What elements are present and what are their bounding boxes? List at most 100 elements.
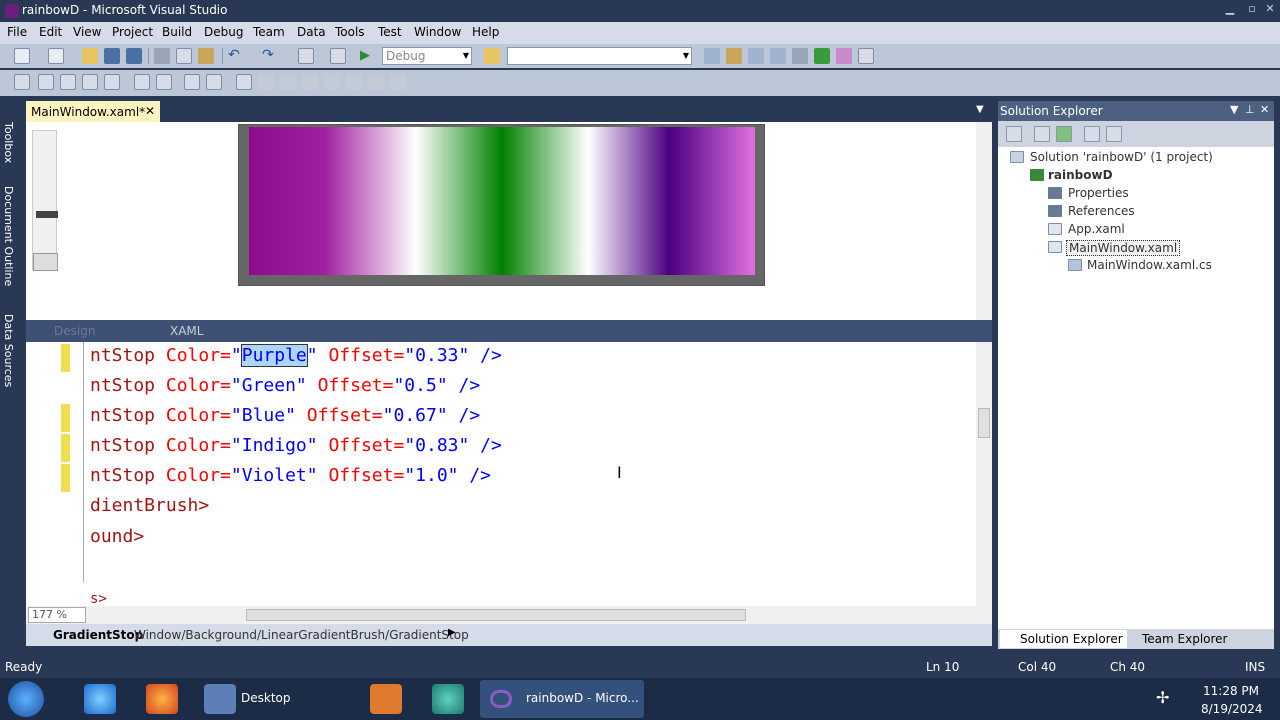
close-icon[interactable]: ✕ — [145, 104, 155, 118]
code-line[interactable]: ntStop Color="Blue" Offset="0.67" /> — [90, 405, 480, 427]
menu-test[interactable]: Test — [378, 25, 402, 39]
document-outline-tab[interactable]: Document Outline — [2, 186, 15, 286]
show-all-files-icon[interactable] — [1034, 126, 1050, 142]
new-project-icon[interactable] — [14, 48, 30, 64]
menu-file[interactable]: File — [7, 25, 27, 39]
scrollbar-thumb[interactable] — [978, 408, 990, 438]
start-button-icon[interactable] — [8, 681, 44, 717]
navigate-backward-icon[interactable] — [298, 48, 314, 64]
code-line[interactable]: ntStop Color="Green" Offset="0.5" /> — [90, 375, 480, 397]
next-bookmark-folder-icon[interactable] — [324, 74, 340, 90]
comment-icon[interactable] — [184, 74, 200, 90]
taskbar-visual-studio-button[interactable]: rainbowD - Micro... — [480, 680, 644, 718]
find-combo[interactable]: ▼ — [507, 47, 692, 65]
chevron-right-icon[interactable]: ▶ — [448, 627, 456, 638]
tab-design[interactable]: Design — [54, 324, 95, 338]
refresh-icon[interactable] — [1056, 126, 1072, 142]
tree-solution[interactable]: Solution 'rainbowD' (1 project) — [1030, 150, 1213, 164]
tab-team-explorer[interactable]: Team Explorer — [1122, 630, 1232, 648]
tree-item-mainwindow-xaml-cs[interactable]: MainWindow.xaml.cs — [1087, 258, 1212, 272]
redo-icon[interactable]: ↷ — [262, 48, 278, 64]
tree-item-mainwindow-xaml[interactable]: MainWindow.xaml — [1066, 240, 1181, 256]
solution-configuration-select[interactable]: Debug ▼ — [382, 47, 472, 65]
media-player-icon[interactable] — [370, 684, 402, 714]
menu-build[interactable]: Build — [162, 25, 192, 39]
menu-help[interactable]: Help — [472, 25, 499, 39]
tree-project[interactable]: rainbowD — [1048, 168, 1113, 182]
member-list-icon[interactable] — [14, 74, 30, 90]
tools-icon[interactable] — [792, 48, 808, 64]
increase-indent-icon[interactable] — [156, 74, 172, 90]
navigate-forward-icon[interactable] — [330, 48, 346, 64]
tab-xaml[interactable]: XAML — [170, 324, 203, 338]
extension-manager-icon[interactable] — [836, 48, 852, 64]
previous-bookmark-document-icon[interactable] — [368, 74, 384, 90]
cut-icon[interactable] — [154, 48, 170, 64]
app-icon[interactable] — [432, 684, 464, 714]
parameter-info-icon[interactable] — [38, 74, 54, 90]
tree-item-properties[interactable]: Properties — [1068, 186, 1129, 200]
save-all-icon[interactable] — [126, 48, 142, 64]
zoom-level-select[interactable]: 177 % — [28, 607, 86, 623]
code-line[interactable]: dientBrush> — [90, 495, 209, 517]
breadcrumb-element[interactable]: GradientStop — [53, 628, 143, 642]
close-icon[interactable]: ✕ — [1260, 103, 1269, 116]
network-icon[interactable]: ✢ — [1156, 688, 1169, 707]
menu-project[interactable]: Project — [112, 25, 153, 39]
tab-solution-explorer[interactable]: Solution Explorer — [1000, 630, 1127, 648]
decrease-indent-icon[interactable] — [134, 74, 150, 90]
find-in-files-icon[interactable] — [484, 48, 500, 64]
zoom-slider-thumb[interactable] — [36, 211, 58, 218]
code-line[interactable]: ntStop Color="Violet" Offset="1.0" /> — [90, 465, 491, 487]
uncomment-icon[interactable] — [206, 74, 222, 90]
clock-time[interactable]: 11:28 PM — [1203, 684, 1259, 698]
menu-edit[interactable]: Edit — [39, 25, 62, 39]
breadcrumb-path[interactable]: Window/Background/LinearGradientBrush/Gr… — [134, 628, 469, 642]
data-sources-tab[interactable]: Data Sources — [2, 314, 15, 387]
window-preview[interactable] — [238, 124, 765, 286]
tree-item-app-xaml[interactable]: App.xaml — [1068, 222, 1125, 236]
xaml-code-editor[interactable]: ntStop Color="Purple" Offset="0.33" /> n… — [26, 342, 992, 607]
maximize-button[interactable]: ▫ — [1244, 2, 1260, 18]
next-bookmark-document-icon[interactable] — [390, 74, 406, 90]
menu-debug[interactable]: Debug — [204, 25, 243, 39]
next-bookmark-icon[interactable] — [280, 74, 296, 90]
chevron-down-icon[interactable]: ▼ — [976, 104, 984, 115]
chevron-down-icon[interactable]: ▼ — [1230, 103, 1238, 116]
code-line[interactable]: ntStop Color="Purple" Offset="0.33" /> — [90, 344, 502, 367]
tab-mainwindow-xaml[interactable]: MainWindow.xaml* ✕ — [26, 101, 160, 123]
properties-window-icon[interactable] — [726, 48, 742, 64]
xaml-designer[interactable] — [26, 122, 992, 320]
taskbar-desktop-label[interactable]: Desktop — [241, 691, 291, 705]
open-folder-icon[interactable] — [82, 48, 98, 64]
indent-icon[interactable] — [104, 74, 120, 90]
paste-icon[interactable] — [198, 48, 214, 64]
command-window-icon[interactable] — [858, 48, 874, 64]
fit-to-window-button[interactable] — [33, 253, 58, 271]
tree-item-references[interactable]: References — [1068, 204, 1135, 218]
properties-icon[interactable] — [1006, 126, 1022, 142]
view-code-icon[interactable] — [1084, 126, 1100, 142]
solution-explorer-icon[interactable] — [704, 48, 720, 64]
copy-icon[interactable] — [176, 48, 192, 64]
save-icon[interactable] — [104, 48, 120, 64]
bookmark-icon[interactable] — [236, 74, 252, 90]
menu-tools[interactable]: Tools — [335, 25, 365, 39]
designer-scrollbar[interactable] — [976, 122, 992, 320]
toolbox-tab[interactable]: Toolbox — [2, 122, 15, 163]
clock-date[interactable]: 8/19/2024 — [1201, 702, 1263, 716]
undo-icon[interactable]: ↶ — [228, 48, 244, 64]
internet-explorer-icon[interactable] — [84, 684, 116, 714]
start-debugging-icon[interactable]: ▶ — [360, 48, 376, 64]
start-page-icon[interactable] — [814, 48, 830, 64]
menu-data[interactable]: Data — [297, 25, 326, 39]
code-line[interactable]: ntStop Color="Indigo" Offset="0.83" /> — [90, 435, 502, 457]
firefox-icon[interactable] — [146, 684, 178, 714]
minimize-button[interactable]: ▁ — [1222, 2, 1238, 18]
code-line[interactable]: ound> — [90, 526, 144, 548]
object-browser-icon[interactable] — [748, 48, 764, 64]
menu-view[interactable]: View — [73, 25, 101, 39]
previous-bookmark-folder-icon[interactable] — [302, 74, 318, 90]
editor-vertical-scrollbar[interactable] — [976, 342, 992, 606]
view-designer-icon[interactable] — [1106, 126, 1122, 142]
